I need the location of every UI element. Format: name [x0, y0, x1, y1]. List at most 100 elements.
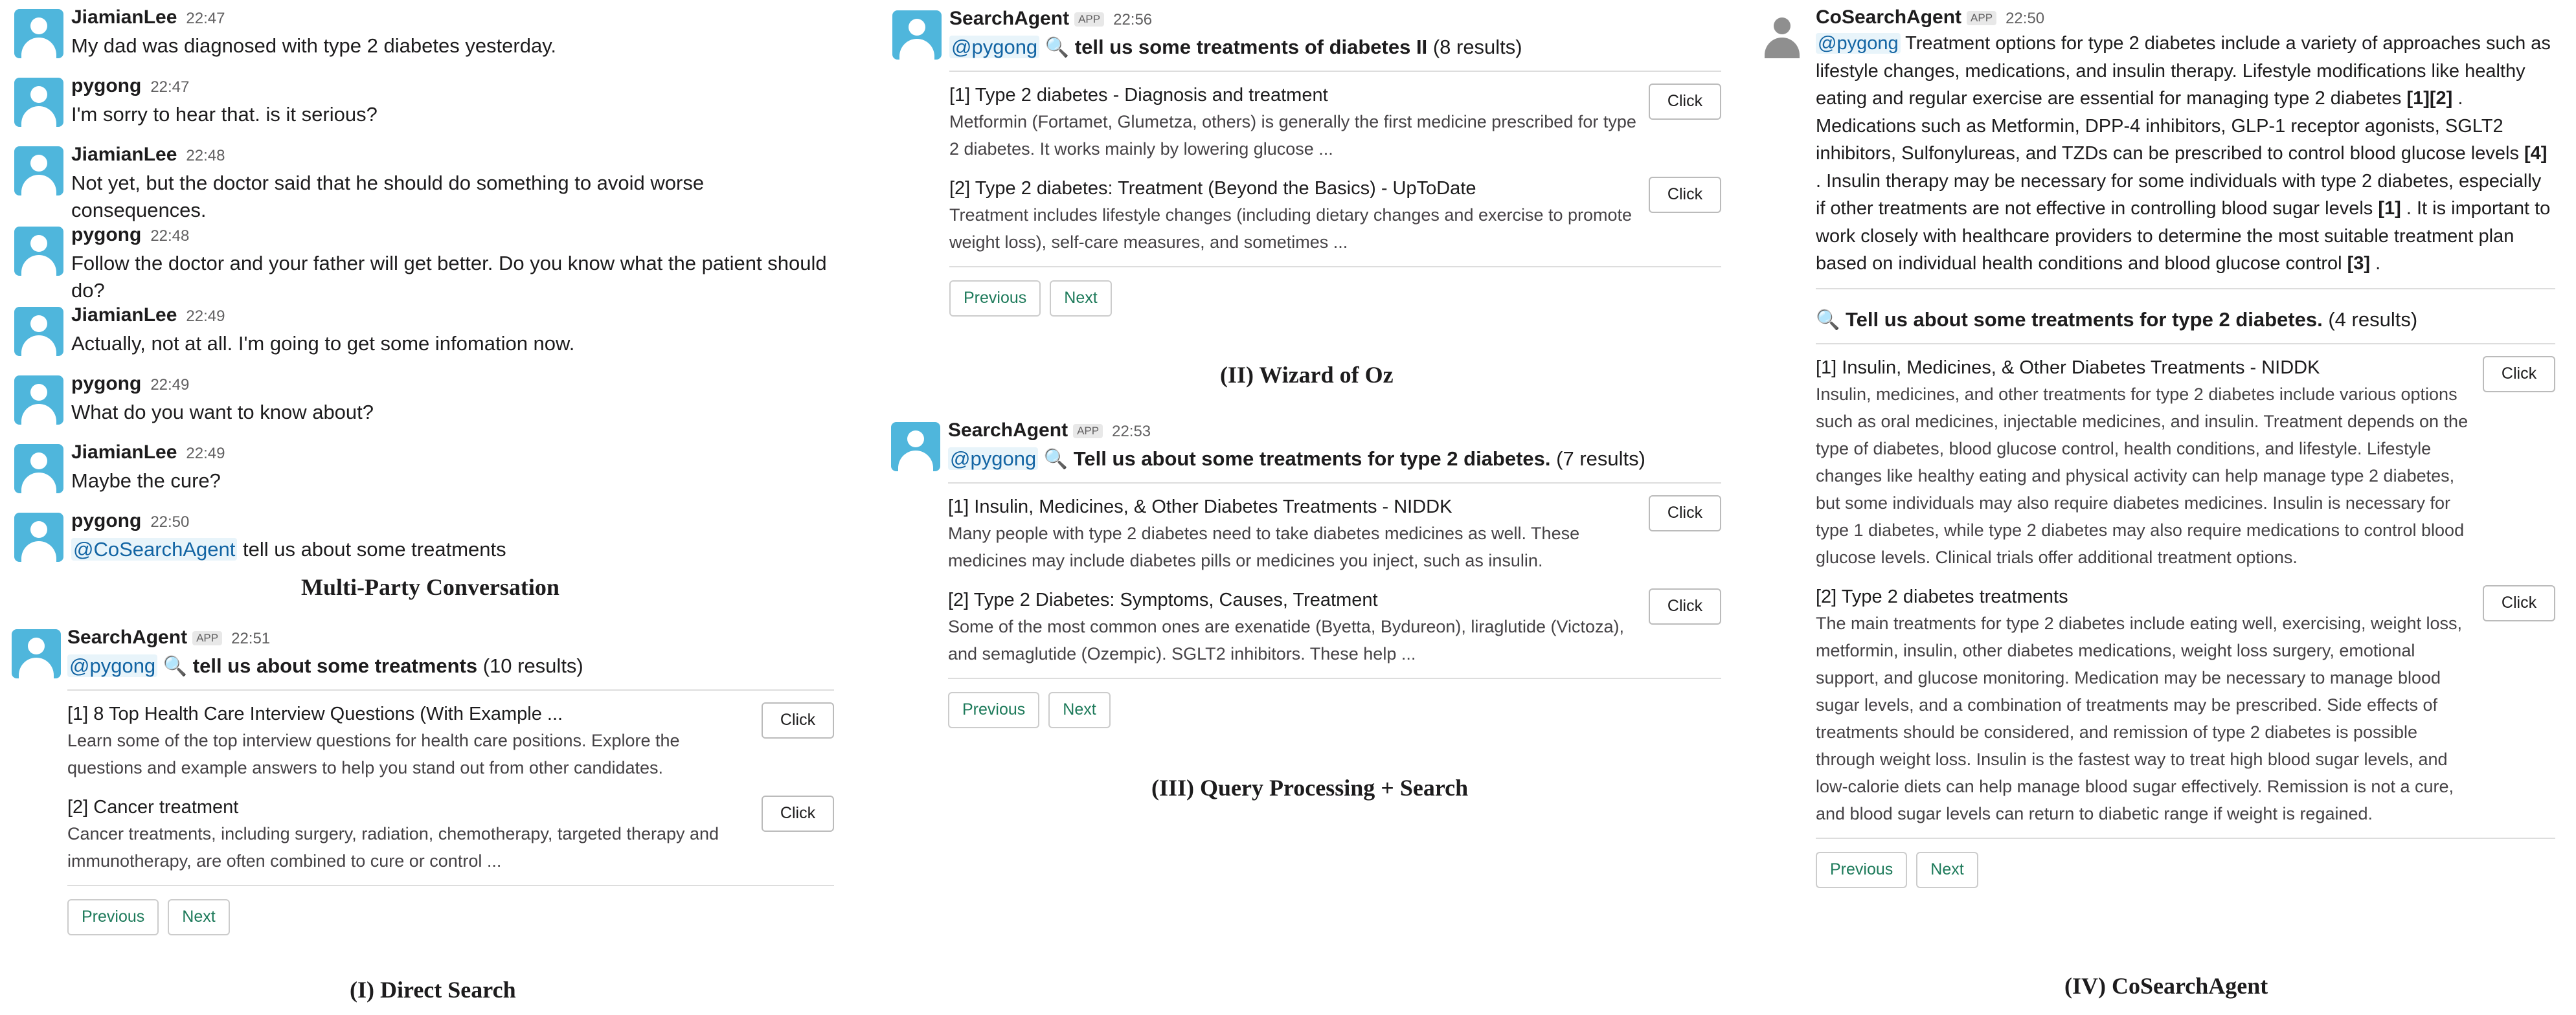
avatar[interactable]: [891, 422, 940, 471]
query-line: @pygong 🔍 tell us about some treatments …: [67, 652, 834, 680]
app-badge: APP: [1967, 11, 1997, 25]
citation[interactable]: [1][2]: [2406, 88, 2452, 109]
avatar[interactable]: [14, 375, 63, 425]
mention[interactable]: @pygong: [949, 36, 1040, 58]
mention[interactable]: @pygong: [1816, 33, 1901, 54]
magnifier-icon: 🔍: [1816, 309, 1840, 331]
search-result: [2] Type 2 Diabetes: Symptoms, Causes, T…: [948, 587, 1721, 667]
sender-name[interactable]: JiamianLee: [71, 304, 177, 326]
magnifier-icon: 🔍: [1045, 37, 1070, 58]
avatar[interactable]: [14, 227, 63, 276]
avatar[interactable]: [14, 146, 63, 195]
search-result: [2] Type 2 diabetes treatments The main …: [1816, 584, 2555, 827]
timestamp: 22:49: [186, 307, 225, 325]
click-button[interactable]: Click: [1649, 495, 1721, 531]
avatar[interactable]: [14, 307, 63, 356]
message-text: Maybe the cure?: [71, 469, 221, 492]
previous-button[interactable]: Previous: [948, 692, 1040, 728]
result-title[interactable]: [1] Insulin, Medicines, & Other Diabetes…: [948, 494, 1637, 520]
next-button[interactable]: Next: [1050, 280, 1112, 317]
sender-name[interactable]: SearchAgent: [949, 8, 1069, 29]
avatar[interactable]: [14, 444, 63, 493]
click-button[interactable]: Click: [762, 796, 834, 832]
previous-button[interactable]: Previous: [1816, 851, 1908, 888]
search-result: [1] Type 2 diabetes - Diagnosis and trea…: [949, 82, 1721, 162]
divider: [67, 689, 834, 691]
app-badge: APP: [1074, 12, 1105, 27]
citation[interactable]: [1]: [2378, 198, 2401, 219]
click-button[interactable]: Click: [1649, 84, 1721, 120]
result-snippet: Learn some of the top interview question…: [67, 731, 680, 777]
next-button[interactable]: Next: [168, 899, 230, 935]
direct-search-panel: SearchAgent APP 22:51 @pygong 🔍 tell us ab…: [12, 627, 834, 935]
message: JiamianLee 22:48 Not yet, but the doctor …: [14, 144, 837, 224]
citation[interactable]: [3]: [2347, 253, 2370, 274]
message-text: Not yet, but the doctor said that he sho…: [71, 172, 705, 221]
avatar[interactable]: [1757, 9, 1807, 58]
result-snippet: Insulin, medicines, and other treatments…: [1816, 384, 2469, 567]
sender-name[interactable]: JiamianLee: [71, 441, 177, 463]
conversation-column: JiamianLee 22:47 My dad was diagnosed wit…: [14, 0, 837, 575]
mention[interactable]: @CoSearchAgent: [71, 538, 238, 561]
mention[interactable]: @pygong: [67, 654, 158, 677]
pagination: Previous Next: [949, 280, 1721, 317]
message: pygong 22:49 What do you want to know abo…: [14, 373, 837, 441]
timestamp: 22:49: [150, 376, 190, 394]
avatar[interactable]: [12, 629, 61, 678]
message: pygong 22:50 @CoSearchAgent tell us about…: [14, 510, 837, 575]
message-text: What do you want to know about?: [71, 401, 374, 423]
click-button[interactable]: Click: [2483, 585, 2555, 621]
previous-button[interactable]: Previous: [67, 899, 159, 935]
click-button[interactable]: Click: [1649, 588, 1721, 625]
divider: [1816, 342, 2555, 344]
result-snippet: Metformin (Fortamet, Glumetza, others) i…: [949, 112, 1636, 159]
avatar[interactable]: [14, 513, 63, 562]
mention[interactable]: @pygong: [948, 447, 1039, 470]
divider: [949, 266, 1721, 267]
citation[interactable]: [4]: [2524, 143, 2547, 164]
next-button[interactable]: Next: [1048, 692, 1111, 728]
message-text: I'm sorry to hear that. is it serious?: [71, 103, 378, 126]
sender-name[interactable]: JiamianLee: [71, 6, 177, 28]
result-title[interactable]: [1] Type 2 diabetes - Diagnosis and trea…: [949, 82, 1637, 108]
result-title[interactable]: [1] 8 Top Health Care Interview Question…: [67, 701, 750, 727]
timestamp: 22:48: [150, 227, 190, 245]
sender-name[interactable]: pygong: [71, 224, 141, 245]
result-title[interactable]: [2] Cancer treatment: [67, 794, 750, 820]
sender-name[interactable]: SearchAgent: [67, 627, 187, 648]
result-title[interactable]: [1] Insulin, Medicines, & Other Diabetes…: [1816, 355, 2471, 381]
avatar[interactable]: [892, 10, 942, 60]
sender-name[interactable]: pygong: [71, 75, 141, 96]
click-button[interactable]: Click: [2483, 355, 2555, 392]
magnifier-icon: 🔍: [163, 656, 188, 677]
search-result: [1] 8 Top Health Care Interview Question…: [67, 701, 834, 781]
app-badge: APP: [1073, 424, 1103, 438]
pagination: Previous Next: [948, 692, 1721, 728]
click-button[interactable]: Click: [1649, 177, 1721, 213]
next-button[interactable]: Next: [1916, 851, 1978, 888]
result-title[interactable]: [2] Type 2 Diabetes: Symptoms, Causes, T…: [948, 587, 1637, 613]
click-button[interactable]: Click: [762, 702, 834, 739]
magnifier-icon: 🔍: [1043, 449, 1068, 470]
message: pygong 22:48 Follow the doctor and your f…: [14, 224, 837, 304]
message-text: My dad was diagnosed with type 2 diabete…: [71, 34, 557, 57]
message-text: @CoSearchAgent tell us about some treatm…: [71, 536, 837, 563]
message: JiamianLee 22:49 Actually, not at all. I'…: [14, 304, 837, 373]
agent-message: CoSearchAgent APP 22:50 @pygong Treatment …: [1757, 6, 2555, 888]
divider: [949, 71, 1721, 72]
previous-button[interactable]: Previous: [949, 280, 1041, 317]
sender-name[interactable]: JiamianLee: [71, 144, 177, 165]
avatar[interactable]: [14, 9, 63, 58]
result-title[interactable]: [2] Type 2 diabetes: Treatment (Beyond t…: [949, 175, 1637, 201]
sender-name[interactable]: CoSearchAgent: [1816, 6, 1961, 28]
caption-conversation: Multi-Party Conversation: [301, 574, 559, 600]
avatar[interactable]: [14, 78, 63, 127]
sender-name[interactable]: pygong: [71, 510, 141, 531]
timestamp: 22:50: [2005, 10, 2045, 27]
caption-query-processing: (III) Query Processing + Search: [1151, 775, 1469, 801]
query-processing-panel: SearchAgent APP 22:53 @pygong 🔍 Tell us ab…: [891, 419, 1721, 728]
sender-name[interactable]: pygong: [71, 373, 141, 394]
result-title[interactable]: [2] Type 2 diabetes treatments: [1816, 584, 2471, 610]
sender-name[interactable]: SearchAgent: [948, 419, 1068, 441]
search-result: [2] Cancer treatment Cancer treatments, …: [67, 794, 834, 875]
